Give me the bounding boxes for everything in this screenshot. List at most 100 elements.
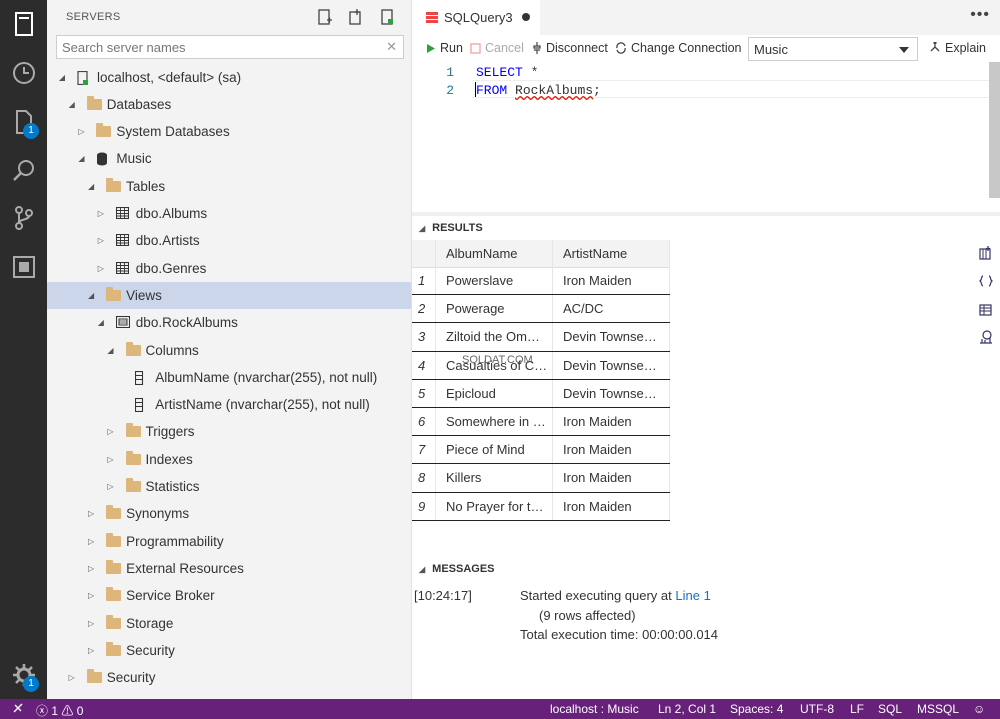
chevron-right-icon[interactable]: ▷ [86,591,96,600]
chevron-right-icon[interactable]: ▷ [96,209,106,218]
table-cell[interactable]: Somewhere in … [436,408,553,436]
row-number[interactable]: 5 [412,379,436,408]
table-cell[interactable]: Iron Maiden [553,492,670,521]
chevron-down-icon[interactable]: ◢ [67,100,77,109]
search-input[interactable] [57,36,377,58]
tree-item[interactable]: ▷ System Databases [47,118,411,145]
row-number[interactable]: 2 [412,295,436,324]
chevron-down-icon[interactable]: ◢ [96,318,106,327]
new-server-group-icon[interactable] [347,8,364,26]
servers-icon[interactable] [0,4,47,44]
table-cell[interactable]: Killers [436,464,553,493]
chevron-right-icon[interactable]: ▷ [96,236,106,245]
row-number[interactable]: 4 [412,351,436,380]
history-icon[interactable] [0,53,47,93]
save-csv-icon[interactable] [977,244,995,262]
table-cell[interactable]: Epicloud [436,379,553,408]
search-icon[interactable] [0,151,47,191]
tree-item[interactable]: ◢ Columns [47,337,411,364]
problems-indicator[interactable]: ⓧ 1 ⚠ 0 [36,702,83,719]
language-mode[interactable]: SQL [878,702,902,716]
explain-button[interactable]: Explain [929,41,986,55]
chevron-right-icon[interactable]: ▷ [86,564,96,573]
row-number[interactable]: 1 [412,267,436,295]
table-cell[interactable]: Iron Maiden [553,267,670,295]
column-header[interactable]: AlbumName [436,240,553,268]
chevron-down-icon[interactable]: ◢ [106,346,116,355]
results-header[interactable]: ◢ RESULTS [412,217,1000,239]
table-cell[interactable]: Iron Maiden [553,464,670,493]
save-json-icon[interactable] [977,272,995,290]
cursor-position[interactable]: Ln 2, Col 1 [658,702,716,716]
chevron-right-icon[interactable]: ▷ [106,455,116,464]
tree-item[interactable]: ▷ Triggers [47,418,411,445]
chevron-right-icon[interactable]: ▷ [76,127,86,136]
tree-item[interactable]: ▷ Service Broker [47,582,411,609]
row-number[interactable]: 3 [412,323,436,352]
chevron-right-icon[interactable]: ▷ [106,482,116,491]
table-cell[interactable]: Devin Townse… [553,379,670,408]
tree-item[interactable]: ▷ dbo.Artists [47,227,411,254]
source-control-icon[interactable] [0,198,47,238]
line-link[interactable]: Line 1 [675,588,710,603]
remote-icon[interactable] [12,702,24,717]
chevron-right-icon[interactable]: ▷ [86,646,96,655]
provider[interactable]: MSSQL [917,702,959,716]
connection-status[interactable]: localhost : Music [550,702,639,716]
run-button[interactable]: Run [426,41,463,55]
table-cell[interactable]: Iron Maiden [553,408,670,436]
chevron-down-icon[interactable]: ◢ [86,291,96,300]
save-excel-icon[interactable] [977,300,995,318]
chevron-right-icon[interactable]: ▷ [106,427,116,436]
tree-item[interactable]: ▷ Security [47,664,411,691]
code-editor[interactable]: 1 SELECT * 2 FROM RockAlbums; [412,62,1000,212]
tree-item[interactable]: ▷ External Resources [47,555,411,582]
chevron-down-icon[interactable]: ◢ [57,73,67,82]
table-cell[interactable]: AC/DC [553,295,670,324]
tree-item[interactable]: ▷ Synonyms [47,500,411,527]
chart-icon[interactable] [977,328,995,346]
indentation[interactable]: Spaces: 4 [730,702,783,716]
disconnect-button[interactable]: Disconnect [532,41,608,55]
row-number[interactable]: 9 [412,492,436,521]
row-number[interactable]: 8 [412,464,436,493]
tree-item[interactable]: ◢ Views [47,281,411,309]
table-cell[interactable]: Iron Maiden [553,436,670,465]
tree-item[interactable]: ArtistName (nvarchar(255), not null) [47,391,411,418]
chevron-right-icon[interactable]: ▷ [67,673,77,682]
row-number[interactable]: 6 [412,408,436,436]
chevron-right-icon[interactable]: ▷ [96,264,106,273]
tree-item[interactable]: ▷ dbo.Genres [47,255,411,282]
tree-item[interactable]: ▷ Indexes [47,446,411,473]
database-select[interactable]: Music [748,37,918,61]
grid-corner[interactable] [412,240,436,268]
tree-item[interactable]: ◢ localhost, <default> (sa) [47,64,411,91]
tree-item[interactable]: AlbumName (nvarchar(255), not null) [47,364,411,391]
messages-header[interactable]: ◢ MESSAGES [412,558,1000,580]
gear-icon[interactable]: 1 [0,655,47,695]
clear-search-icon[interactable]: ✕ [386,39,397,55]
tree-item[interactable]: ▷ dbo.Albums [47,200,411,227]
tab-sqlquery3[interactable]: SQLQuery3 [412,0,540,35]
active-connections-icon[interactable] [378,8,395,26]
file-icon[interactable]: 1 [0,102,47,142]
change-connection-button[interactable]: Change Connection [615,41,742,55]
tree-item[interactable]: ◢ Databases [47,91,411,118]
extensions-icon[interactable] [0,247,47,287]
panel-divider[interactable] [412,212,1000,216]
tree-item[interactable]: ◢ Tables [47,173,411,200]
chevron-down-icon[interactable]: ◢ [76,154,86,163]
table-cell[interactable]: Powerage [436,295,553,324]
tree-item[interactable]: ▷ Programmability [47,528,411,555]
column-header[interactable]: ArtistName [553,240,670,268]
cancel-button[interactable]: Cancel [470,41,524,55]
feedback-icon[interactable]: ☺ [973,702,985,716]
encoding[interactable]: UTF-8 [800,702,834,716]
table-cell[interactable]: Powerslave [436,267,553,295]
chevron-right-icon[interactable]: ▷ [86,509,96,518]
tree-item[interactable]: ▷ Storage [47,610,411,637]
table-cell[interactable]: Piece of Mind [436,436,553,465]
table-cell[interactable]: No Prayer for t… [436,492,553,521]
tree-item[interactable]: ◢ Music [47,145,411,172]
tree-item[interactable]: ◢ dbo.RockAlbums [47,309,411,336]
